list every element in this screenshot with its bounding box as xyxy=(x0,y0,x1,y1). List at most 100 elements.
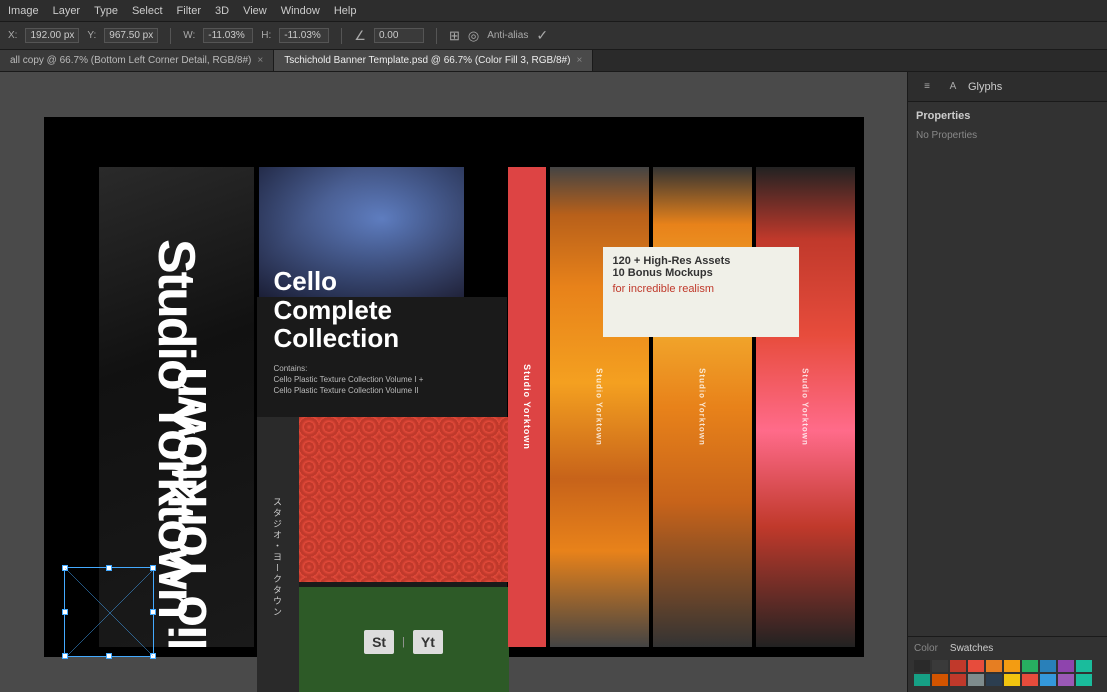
color-swatch[interactable] xyxy=(932,660,948,672)
tab-bar: all copy @ 66.7% (Bottom Left Corner Det… xyxy=(0,50,1107,72)
selection-handle-tl[interactable] xyxy=(62,565,68,571)
callout-box: 120 + High-Res Assets 10 Bonus Mockups f… xyxy=(603,247,799,337)
color-swatch[interactable] xyxy=(914,674,930,686)
color-tab[interactable]: Color xyxy=(914,643,938,654)
color-swatch[interactable] xyxy=(914,660,930,672)
swatches-section: Color Swatches xyxy=(908,636,1107,692)
right-panel: ≡ A Glyphs Properties No Properties Colo… xyxy=(907,72,1107,692)
options-bar: X: 192.00 px Y: 967.50 px W: -11.03% H: … xyxy=(0,22,1107,50)
main-area: Studio Yorktown Studio Yorktown Cello Co… xyxy=(0,72,1107,692)
angle-icon: ∠ xyxy=(354,28,366,44)
glyphs-icon[interactable]: A xyxy=(942,76,964,98)
strip-orange-text: Studio Yorktown xyxy=(522,364,532,450)
properties-section: Properties No Properties xyxy=(908,102,1107,636)
color-swatch[interactable] xyxy=(968,674,984,686)
menu-window[interactable]: Window xyxy=(281,5,320,17)
contains-label: Contains: Cello Plastic Texture Collecti… xyxy=(274,363,424,397)
x-label: X: xyxy=(8,30,17,41)
main-studio-text: Studio Yorktown xyxy=(146,239,206,617)
canvas-area[interactable]: Studio Yorktown Studio Yorktown Cello Co… xyxy=(0,72,907,692)
callout-line1: 120 + High-Res Assets xyxy=(613,255,789,267)
color-swatch[interactable] xyxy=(1004,674,1020,686)
menu-filter[interactable]: Filter xyxy=(177,5,201,17)
color-swatch[interactable] xyxy=(968,660,984,672)
color-swatch[interactable] xyxy=(950,674,966,686)
glyphs-label: Glyphs xyxy=(968,81,1002,93)
separator-1 xyxy=(170,28,171,44)
commit-icon[interactable]: ✓ xyxy=(536,27,548,44)
plastic-item-1: Studio Yorktown xyxy=(550,167,649,647)
menu-type[interactable]: Type xyxy=(94,5,118,17)
properties-icon[interactable]: ≡ xyxy=(916,76,938,98)
panel-green-badges: St | Yt xyxy=(299,587,509,692)
menu-select[interactable]: Select xyxy=(132,5,163,17)
color-swatch[interactable] xyxy=(986,660,1002,672)
title-text-block: Cello Complete Collection Contains: Cell… xyxy=(262,257,436,406)
puppet-icon[interactable]: ◎ xyxy=(468,28,479,44)
color-swatch[interactable] xyxy=(1058,674,1074,686)
artwork-canvas: Studio Yorktown Studio Yorktown Cello Co… xyxy=(44,117,864,657)
color-swatch[interactable] xyxy=(1040,674,1056,686)
menu-image[interactable]: Image xyxy=(8,5,39,17)
tab-2-close[interactable]: × xyxy=(576,55,582,66)
panel-right: Studio Yorktown Studio Yorktown Studio Y… xyxy=(550,167,855,647)
badge-sep: | xyxy=(402,636,405,648)
color-swatch[interactable] xyxy=(1076,674,1092,686)
menu-view[interactable]: View xyxy=(243,5,267,17)
h-value-field[interactable]: -11.03% xyxy=(279,28,329,43)
tab-1-close[interactable]: × xyxy=(257,55,263,66)
color-swatch[interactable] xyxy=(1022,674,1038,686)
color-swatch[interactable] xyxy=(950,660,966,672)
callout-line3: for incredible realism xyxy=(613,283,789,295)
swatches-grid xyxy=(914,660,1101,686)
panel-header-tabs: ≡ A Glyphs xyxy=(908,72,1107,102)
color-swatches-tabs: Color Swatches xyxy=(914,643,1101,654)
menu-help[interactable]: Help xyxy=(334,5,357,17)
badge-yt: Yt xyxy=(413,630,443,654)
tab-1-label: all copy @ 66.7% (Bottom Left Corner Det… xyxy=(10,55,251,66)
menu-layer[interactable]: Layer xyxy=(53,5,81,17)
color-swatch[interactable] xyxy=(1076,660,1092,672)
menu-bar: Image Layer Type Select Filter 3D View W… xyxy=(0,0,1107,22)
selection-handle-bl[interactable] xyxy=(62,653,68,659)
callout-line2: 10 Bonus Mockups xyxy=(613,267,789,279)
w-label: W: xyxy=(183,30,195,41)
selection-handle-br[interactable] xyxy=(150,653,156,659)
color-swatch[interactable] xyxy=(986,674,1002,686)
plastic-item-3: Studio Yorktown xyxy=(756,167,855,647)
title-line3: Collection xyxy=(274,324,424,353)
panel-red-bubbles xyxy=(299,417,509,582)
swatches-tab[interactable]: Swatches xyxy=(950,643,993,654)
tab-2-label: Tschichold Banner Template.psd @ 66.7% (… xyxy=(284,55,570,66)
plastic-item-2: Studio Yorktown xyxy=(653,167,752,647)
panel-japanese: スタジオ・ヨークタウン xyxy=(257,417,299,692)
y-label: Y: xyxy=(87,30,96,41)
color-swatch[interactable] xyxy=(1040,660,1056,672)
tab-1[interactable]: all copy @ 66.7% (Bottom Left Corner Det… xyxy=(0,50,274,71)
color-swatch[interactable] xyxy=(1004,660,1020,672)
no-properties-text: No Properties xyxy=(916,130,1099,141)
plastic-text-2: Studio Yorktown xyxy=(698,368,707,446)
color-swatch[interactable] xyxy=(1058,660,1074,672)
selection-handle-ml[interactable] xyxy=(62,609,68,615)
h-label: H: xyxy=(261,30,271,41)
panel-left: Studio Yorktown Studio Yorktown xyxy=(99,167,254,647)
color-swatch[interactable] xyxy=(932,674,948,686)
tab-2[interactable]: Tschichold Banner Template.psd @ 66.7% (… xyxy=(274,50,593,71)
menu-3d[interactable]: 3D xyxy=(215,5,229,17)
angle-value-field[interactable]: 0.00 xyxy=(374,28,424,43)
title-line2: Complete xyxy=(274,296,424,325)
selection-handle-bm[interactable] xyxy=(106,653,112,659)
x-value-field[interactable]: 192.00 px xyxy=(25,28,79,43)
separator-3 xyxy=(436,28,437,44)
properties-title: Properties xyxy=(916,110,1099,122)
warp-icon[interactable]: ⊞ xyxy=(449,28,460,44)
separator-2 xyxy=(341,28,342,44)
color-swatch[interactable] xyxy=(1022,660,1038,672)
strip-orange: Studio Yorktown xyxy=(508,167,546,647)
badge-st: St xyxy=(364,630,394,654)
y-value-field[interactable]: 967.50 px xyxy=(104,28,158,43)
anti-alias-label: Anti-alias xyxy=(487,30,528,41)
plastic-text-1: Studio Yorktown xyxy=(595,368,604,446)
w-value-field[interactable]: -11.03% xyxy=(203,28,253,43)
